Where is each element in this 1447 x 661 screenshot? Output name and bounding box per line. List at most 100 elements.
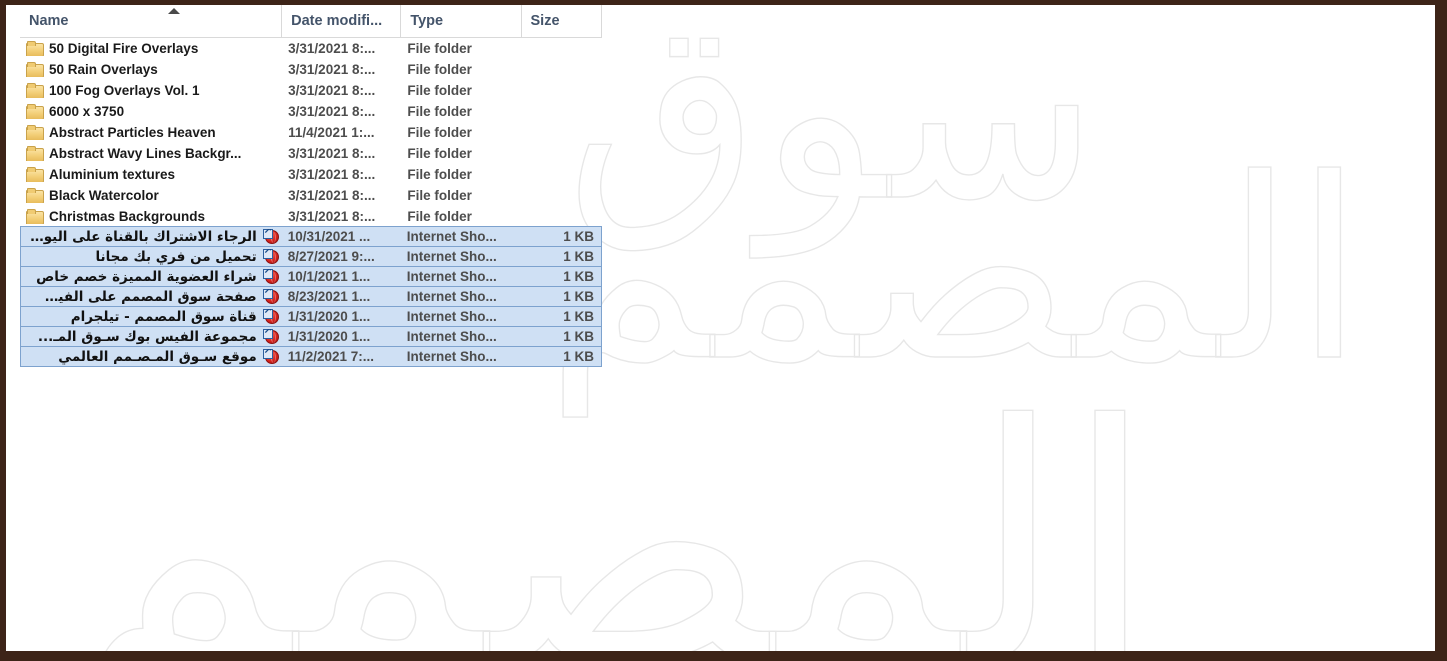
column-header-name[interactable]: Name xyxy=(20,5,283,37)
table-row[interactable]: موقع سـوق المـصـمم العالمي 11/2/2021 7:..… xyxy=(20,346,602,367)
cell-type: Internet Sho... xyxy=(406,309,497,324)
cell-name[interactable]: تحميل من فري بك مجانا xyxy=(21,248,282,265)
table-row[interactable]: Abstract Particles Heaven 11/4/2021 1:...… xyxy=(20,122,602,143)
cell-type: Internet Sho... xyxy=(406,229,497,244)
table-row[interactable]: مجموعة الفيس بوك سـوق المـ... 1/31/2020 1… xyxy=(20,326,602,347)
table-row[interactable]: Christmas Backgrounds 3/31/2021 8:... File… xyxy=(20,206,602,227)
folder-icon xyxy=(26,62,44,77)
cell-size: 1 KB xyxy=(563,289,595,304)
table-row[interactable]: قناة سوق المصمم - تيلجرام 1/31/2020 1... I… xyxy=(20,306,602,327)
cell-size: 1 KB xyxy=(563,269,595,284)
cell-name[interactable]: Aluminium textures xyxy=(20,167,282,182)
cell-type: File folder xyxy=(407,209,472,224)
cell-date-modified: 1/31/2020 1... xyxy=(287,309,371,324)
cell-type: File folder xyxy=(407,125,472,140)
file-name-label: قناة سوق المصمم - تيلجرام xyxy=(70,308,257,325)
cell-name[interactable]: Abstract Particles Heaven xyxy=(20,125,282,140)
explorer-canvas: سوق المصمم المصمم Name Date modifi... Ty… xyxy=(6,5,1435,651)
cell-name[interactable]: 50 Rain Overlays xyxy=(20,62,282,77)
cell-name[interactable]: 50 Digital Fire Overlays xyxy=(20,41,282,56)
table-row[interactable]: Black Watercolor 3/31/2021 8:... File fold… xyxy=(20,185,602,206)
cell-name[interactable]: قناة سوق المصمم - تيلجرام xyxy=(21,308,282,325)
column-header-size-label: Size xyxy=(530,13,560,29)
folder-icon xyxy=(26,104,44,119)
file-rows-container: 50 Digital Fire Overlays 3/31/2021 8:... F… xyxy=(20,38,602,367)
cell-name[interactable]: Christmas Backgrounds xyxy=(20,209,282,224)
cell-size: 1 KB xyxy=(563,249,595,264)
cell-date-modified: 10/1/2021 1... xyxy=(287,269,371,284)
sort-ascending-arrow-icon[interactable] xyxy=(168,8,180,14)
column-header-row: Name Date modifi... Type Size xyxy=(20,5,602,38)
file-name-label: 100 Fog Overlays Vol. 1 xyxy=(49,83,200,98)
file-name-label: الرجاء الاشتراك بالقناة على اليوتيوب... xyxy=(29,228,257,245)
file-name-label: موقع سـوق المـصـمم العالمي xyxy=(58,348,257,365)
column-header-date-modified[interactable]: Date modifi... xyxy=(282,5,402,37)
file-name-label: تحميل من فري بك مجانا xyxy=(95,248,257,265)
folder-icon xyxy=(26,146,44,161)
cell-name[interactable]: مجموعة الفيس بوك سـوق المـ... xyxy=(21,328,282,345)
cell-date-modified: 3/31/2021 8:... xyxy=(288,62,376,77)
file-name-label: مجموعة الفيس بوك سـوق المـ... xyxy=(37,328,257,345)
cell-date-modified: 3/31/2021 8:... xyxy=(288,104,376,119)
folder-icon xyxy=(26,125,44,140)
cell-type: File folder xyxy=(407,167,472,182)
file-name-label: 50 Digital Fire Overlays xyxy=(49,41,199,56)
table-row[interactable]: الرجاء الاشتراك بالقناة على اليوتيوب... 1… xyxy=(20,226,602,247)
watermark-line-1: سوق xyxy=(565,5,1099,257)
internet-shortcut-icon xyxy=(262,248,280,265)
cell-date-modified: 3/31/2021 8:... xyxy=(288,41,376,56)
cell-type: File folder xyxy=(407,62,472,77)
table-row[interactable]: شراء العضوية المميزة خصم خاص 10/1/2021 1.… xyxy=(20,266,602,287)
cell-type: File folder xyxy=(407,104,472,119)
window-frame: سوق المصمم المصمم Name Date modifi... Ty… xyxy=(0,0,1447,661)
internet-shortcut-icon xyxy=(262,288,280,305)
watermark-line-2: المصمم xyxy=(545,124,1364,416)
table-row[interactable]: Aluminium textures 3/31/2021 8:... File fo… xyxy=(20,164,602,185)
file-name-label: Abstract Wavy Lines Backgr... xyxy=(49,146,242,161)
cell-date-modified: 3/31/2021 8:... xyxy=(288,167,376,182)
cell-size: 1 KB xyxy=(563,229,595,244)
cell-size: 1 KB xyxy=(563,309,595,324)
cell-size: 1 KB xyxy=(563,349,595,364)
internet-shortcut-icon xyxy=(262,308,280,325)
cell-name[interactable]: موقع سـوق المـصـمم العالمي xyxy=(21,348,282,365)
table-row[interactable]: 50 Rain Overlays 3/31/2021 8:... File fold… xyxy=(20,59,602,80)
folder-icon xyxy=(26,209,44,224)
table-row[interactable]: 50 Digital Fire Overlays 3/31/2021 8:... F… xyxy=(20,38,602,59)
cell-size: 1 KB xyxy=(563,329,595,344)
internet-shortcut-icon xyxy=(262,328,280,345)
column-header-date-label: Date modifi... xyxy=(291,13,383,29)
column-header-type[interactable]: Type xyxy=(401,5,522,37)
internet-shortcut-icon xyxy=(262,268,280,285)
folder-icon xyxy=(26,83,44,98)
file-name-label: Abstract Particles Heaven xyxy=(49,125,216,140)
cell-name[interactable]: Black Watercolor xyxy=(20,188,282,203)
cell-name[interactable]: الرجاء الاشتراك بالقناة على اليوتيوب... xyxy=(21,228,282,245)
file-name-label: شراء العضوية المميزة خصم خاص xyxy=(36,268,257,285)
cell-date-modified: 3/31/2021 8:... xyxy=(288,83,376,98)
cell-type: File folder xyxy=(407,146,472,161)
cell-type: Internet Sho... xyxy=(406,329,497,344)
table-row[interactable]: 100 Fog Overlays Vol. 1 3/31/2021 8:... Fi… xyxy=(20,80,602,101)
folder-icon xyxy=(26,41,44,56)
cell-type: File folder xyxy=(407,83,472,98)
cell-type: File folder xyxy=(407,188,472,203)
column-header-size[interactable]: Size xyxy=(521,5,602,37)
cell-name[interactable]: 6000 x 3750 xyxy=(20,104,282,119)
cell-name[interactable]: صفحة سوق المصمم على الفيس ... xyxy=(21,288,282,305)
file-name-label: 6000 x 3750 xyxy=(49,104,125,119)
cell-type: Internet Sho... xyxy=(406,349,497,364)
cell-name[interactable]: Abstract Wavy Lines Backgr... xyxy=(20,146,282,161)
table-row[interactable]: تحميل من فري بك مجانا 8/27/2021 9:... Inte… xyxy=(20,246,602,267)
cell-name[interactable]: شراء العضوية المميزة خصم خاص xyxy=(21,268,282,285)
file-name-label: Aluminium textures xyxy=(49,167,176,182)
cell-name[interactable]: 100 Fog Overlays Vol. 1 xyxy=(20,83,282,98)
internet-shortcut-icon xyxy=(262,348,280,365)
cell-type: Internet Sho... xyxy=(406,249,497,264)
cell-date-modified: 10/31/2021 ... xyxy=(287,229,371,244)
cell-type: File folder xyxy=(407,41,472,56)
folder-icon xyxy=(26,167,44,182)
table-row[interactable]: 6000 x 3750 3/31/2021 8:... File folder xyxy=(20,101,602,122)
table-row[interactable]: صفحة سوق المصمم على الفيس ... 8/23/2021 1… xyxy=(20,286,602,307)
table-row[interactable]: Abstract Wavy Lines Backgr... 3/31/2021 8… xyxy=(20,143,602,164)
